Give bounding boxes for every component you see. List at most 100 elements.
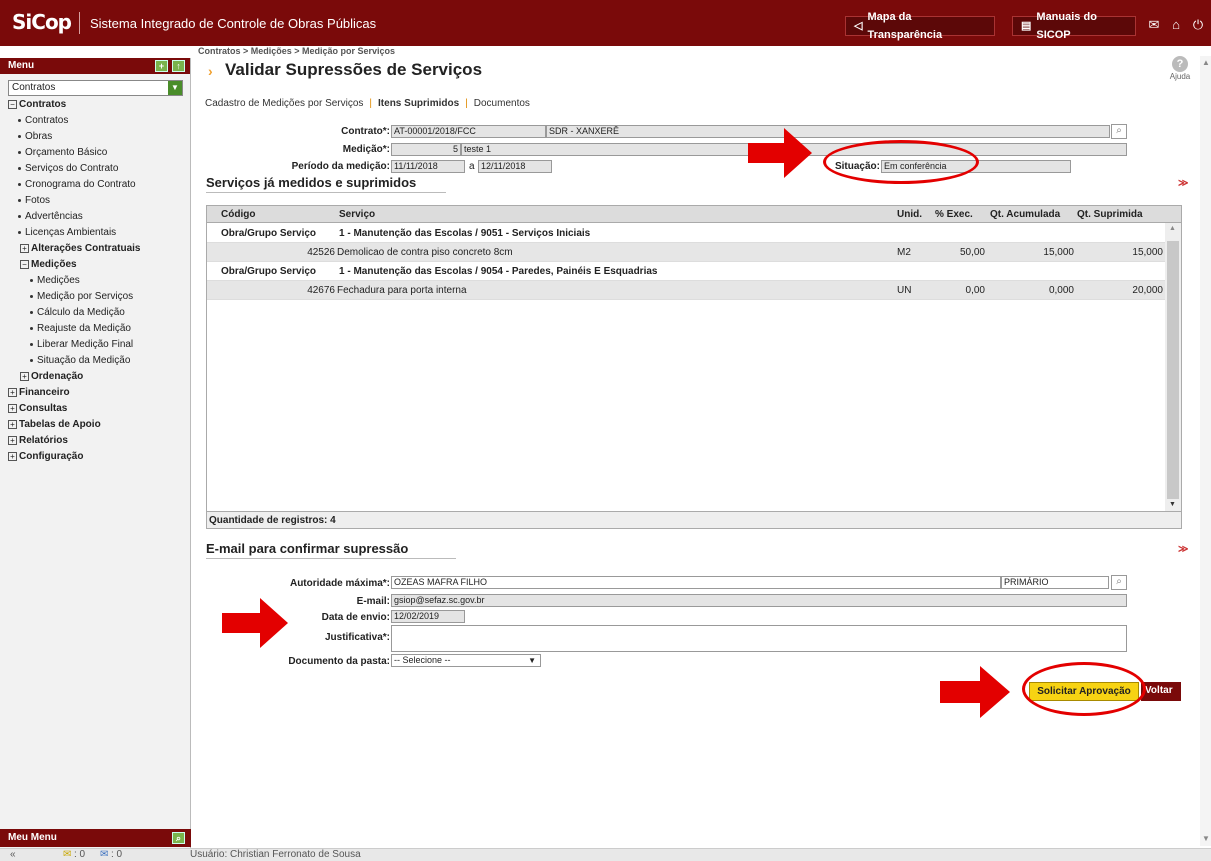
expand-icon[interactable]: + [8,387,17,397]
chevron-down-icon[interactable]: ▼ [528,655,536,666]
column-servico[interactable]: Serviço [339,209,375,220]
sidebar-item[interactable]: Medição por Serviços [0,289,190,305]
help-button[interactable]: ? Ajuda [1165,56,1195,81]
sidebar-item[interactable]: + Relatórios [0,433,190,449]
annotation-arrow-email [222,598,288,648]
collapse-icon[interactable]: − [8,99,17,109]
sidebar-item[interactable]: + Consultas [0,401,190,417]
authority-field[interactable]: OZEAS MAFRA FILHO [391,576,1001,589]
favorite-add-icon[interactable]: + [155,60,168,72]
scroll-down-icon[interactable]: ▼ [1169,501,1176,508]
module-select-value: Contratos [12,82,56,93]
app-logo[interactable]: SiCop [12,10,72,34]
table-row[interactable]: Obra/Grupo Serviço 1 - Manutenção das Es… [207,262,1165,281]
mail-status-icon[interactable]: ✉ [63,849,71,860]
column-qt-suprimida[interactable]: Qt. Suprimida [1077,209,1143,220]
sidebar-item[interactable]: Obras [0,129,190,145]
cell-qt-suprimida: 20,000 [1132,285,1163,296]
scroll-down-icon[interactable]: ▼ [1202,834,1210,843]
period-end-field[interactable]: 12/11/2018 [478,160,552,173]
sidebar-item-label: Obras [25,131,53,142]
sidebar-item[interactable]: − Medições [0,257,190,273]
manuals-button[interactable]: ▤ Manuais do SICOP [1012,11,1136,41]
table-row[interactable]: Obra/Grupo Serviço 1 - Manutenção das Es… [207,224,1165,243]
transparency-map-button[interactable]: ◁ Mapa da Transparência [845,11,995,41]
sidebar-item[interactable]: Orçamento Básico [0,145,190,161]
sidebar-item[interactable]: Liberar Medição Final [0,337,190,353]
sidebar-item-label: Licenças Ambientais [25,227,117,238]
column-unid[interactable]: Unid. [897,209,922,220]
tab-itens-suprimidos[interactable]: Itens Suprimidos [378,98,459,109]
back-button[interactable]: Voltar [1141,682,1181,701]
expand-icon[interactable]: + [8,451,17,461]
table-row[interactable]: 42526 Demolicao de contra piso concreto … [207,243,1165,262]
collapse-icon[interactable]: − [20,259,29,269]
sidebar-item[interactable]: + Financeiro [0,385,190,401]
message-status-icon[interactable]: ✉ [100,849,108,860]
home-icon[interactable]: ⌂ [1168,17,1184,33]
sidebar-item[interactable]: Cálculo da Medição [0,305,190,321]
scroll-up-icon[interactable]: ▲ [1202,58,1210,67]
collapse-sidebar-icon[interactable]: « [10,849,16,860]
sidebar-item[interactable]: Advertências [0,209,190,225]
mail-icon[interactable]: ✉ [1146,17,1162,33]
tab-cadastro-medicoes[interactable]: Cadastro de Medições por Serviços [205,98,363,109]
search-icon[interactable]: ⌕ [1111,575,1127,590]
period-start-field[interactable]: 11/11/2018 [391,160,465,173]
bullet-icon [30,358,33,362]
chevron-down-icon[interactable]: ▼ [168,81,182,95]
bullet-icon [18,182,21,186]
my-menu-label: Meu Menu [8,832,57,843]
sidebar-item[interactable]: Situação da Medição [0,353,190,369]
sidebar-item[interactable]: Reajuste da Medição [0,321,190,337]
favorites-icon[interactable]: ↑ [172,60,185,72]
justification-textarea[interactable] [391,625,1127,652]
search-icon[interactable]: ⌕ [1111,124,1127,139]
sidebar-item[interactable]: Serviços do Contrato [0,161,190,177]
sidebar-item[interactable]: Licenças Ambientais [0,225,190,241]
column-qt-acumulada[interactable]: Qt. Acumulada [990,209,1060,220]
megaphone-icon: ◁ [854,20,863,32]
expand-icon[interactable]: + [8,419,17,429]
sidebar-item[interactable]: + Alterações Contratuais [0,241,190,257]
sidebar-item[interactable]: + Ordenação [0,369,190,385]
sidebar-item[interactable]: + Tabelas de Apoio [0,417,190,433]
expand-icon[interactable]: + [20,371,29,381]
column-exec[interactable]: % Exec. [935,209,973,220]
table-scrollbar[interactable]: ▲ ▼ [1165,223,1181,511]
help-icon: ? [1172,56,1188,72]
sidebar-item[interactable]: Medições [0,273,190,289]
measurement-number-field[interactable]: 5 [391,143,461,156]
power-icon[interactable]: ⏻ [1190,17,1206,33]
email-section-title: E-mail para confirmar supressão [206,541,409,556]
sidebar-item-label: Orçamento Básico [25,147,108,158]
services-section-title: Serviços já medidos e suprimidos [206,175,417,190]
bullet-icon [30,310,33,314]
sidebar-item[interactable]: Fotos [0,193,190,209]
sidebar-item[interactable]: Contratos [0,113,190,129]
tab-documentos[interactable]: Documentos [474,98,530,109]
sidebar-item[interactable]: − Contratos [0,97,190,113]
module-select[interactable]: Contratos ▼ [8,80,183,96]
collapse-section-icon[interactable]: ≫ [1178,178,1188,189]
table-row[interactable]: 42676 Fechadura para porta interna UN 0,… [207,281,1165,300]
collapse-section-icon[interactable]: ≫ [1178,544,1188,555]
document-select[interactable]: -- Selecione -- ▼ [391,654,541,667]
expand-icon[interactable]: + [8,435,17,445]
search-icon[interactable]: ⌕ [172,832,185,844]
sidebar-item-label: Cronograma do Contrato [25,179,136,190]
page-scrollbar[interactable]: ▲ ▼ [1200,56,1211,846]
sub-tabs: Cadastro de Medições por Serviços | Iten… [205,98,530,109]
column-codigo[interactable]: Código [221,209,255,220]
sidebar-item-label: Reajuste da Medição [37,323,131,334]
contract-field[interactable]: AT-00001/2018/FCC [391,125,546,138]
sidebar-item[interactable]: Cronograma do Contrato [0,177,190,193]
scroll-up-icon[interactable]: ▲ [1169,225,1176,232]
expand-icon[interactable]: + [8,403,17,413]
expand-icon[interactable]: + [20,243,29,253]
my-menu-bar[interactable]: Meu Menu ⌕ [0,829,191,847]
scrollbar-thumb[interactable] [1167,241,1179,499]
sidebar-item[interactable]: + Configuração [0,449,190,465]
send-date-field: 12/02/2019 [391,610,465,623]
cell-servico: Fechadura para porta interna [337,285,467,296]
